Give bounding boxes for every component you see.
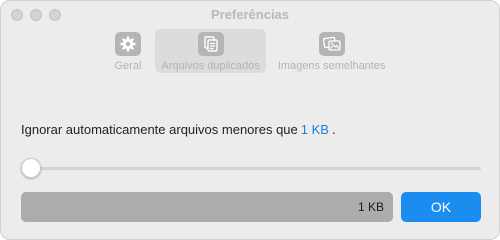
tab-arquivos-duplicados[interactable]: Arquivos duplicados bbox=[155, 29, 266, 73]
ignore-small-files-description: Ignorar automaticamente arquivos menores… bbox=[21, 122, 336, 137]
tab-imagens-semelhantes[interactable]: Imagens semelhantes bbox=[272, 29, 392, 73]
size-display-value: 1 KB bbox=[357, 200, 384, 214]
tab-geral-label: Geral bbox=[114, 60, 142, 72]
size-slider-thumb[interactable] bbox=[21, 158, 41, 178]
preferences-window: Preferências Geral Arquivos duplicados I… bbox=[0, 0, 500, 240]
similar-images-icon bbox=[318, 32, 345, 56]
window-title: Preferências bbox=[210, 7, 290, 22]
preferences-toolbar: Geral Arquivos duplicados Imagens semelh… bbox=[1, 29, 499, 73]
ok-button[interactable]: OK bbox=[401, 192, 481, 222]
tab-geral[interactable]: Geral bbox=[109, 29, 148, 73]
duplicate-files-icon bbox=[197, 32, 224, 56]
size-display-field: 1 KB bbox=[21, 192, 393, 222]
description-text: Ignorar automaticamente arquivos menores… bbox=[21, 122, 298, 137]
tab-imagens-semelhantes-label: Imagens semelhantes bbox=[277, 60, 386, 72]
size-threshold-value: 1 KB bbox=[300, 122, 329, 137]
gear-icon bbox=[114, 32, 141, 56]
description-suffix: . bbox=[331, 122, 336, 137]
size-slider-track[interactable] bbox=[21, 167, 481, 170]
tab-arquivos-duplicados-label: Arquivos duplicados bbox=[161, 60, 260, 72]
